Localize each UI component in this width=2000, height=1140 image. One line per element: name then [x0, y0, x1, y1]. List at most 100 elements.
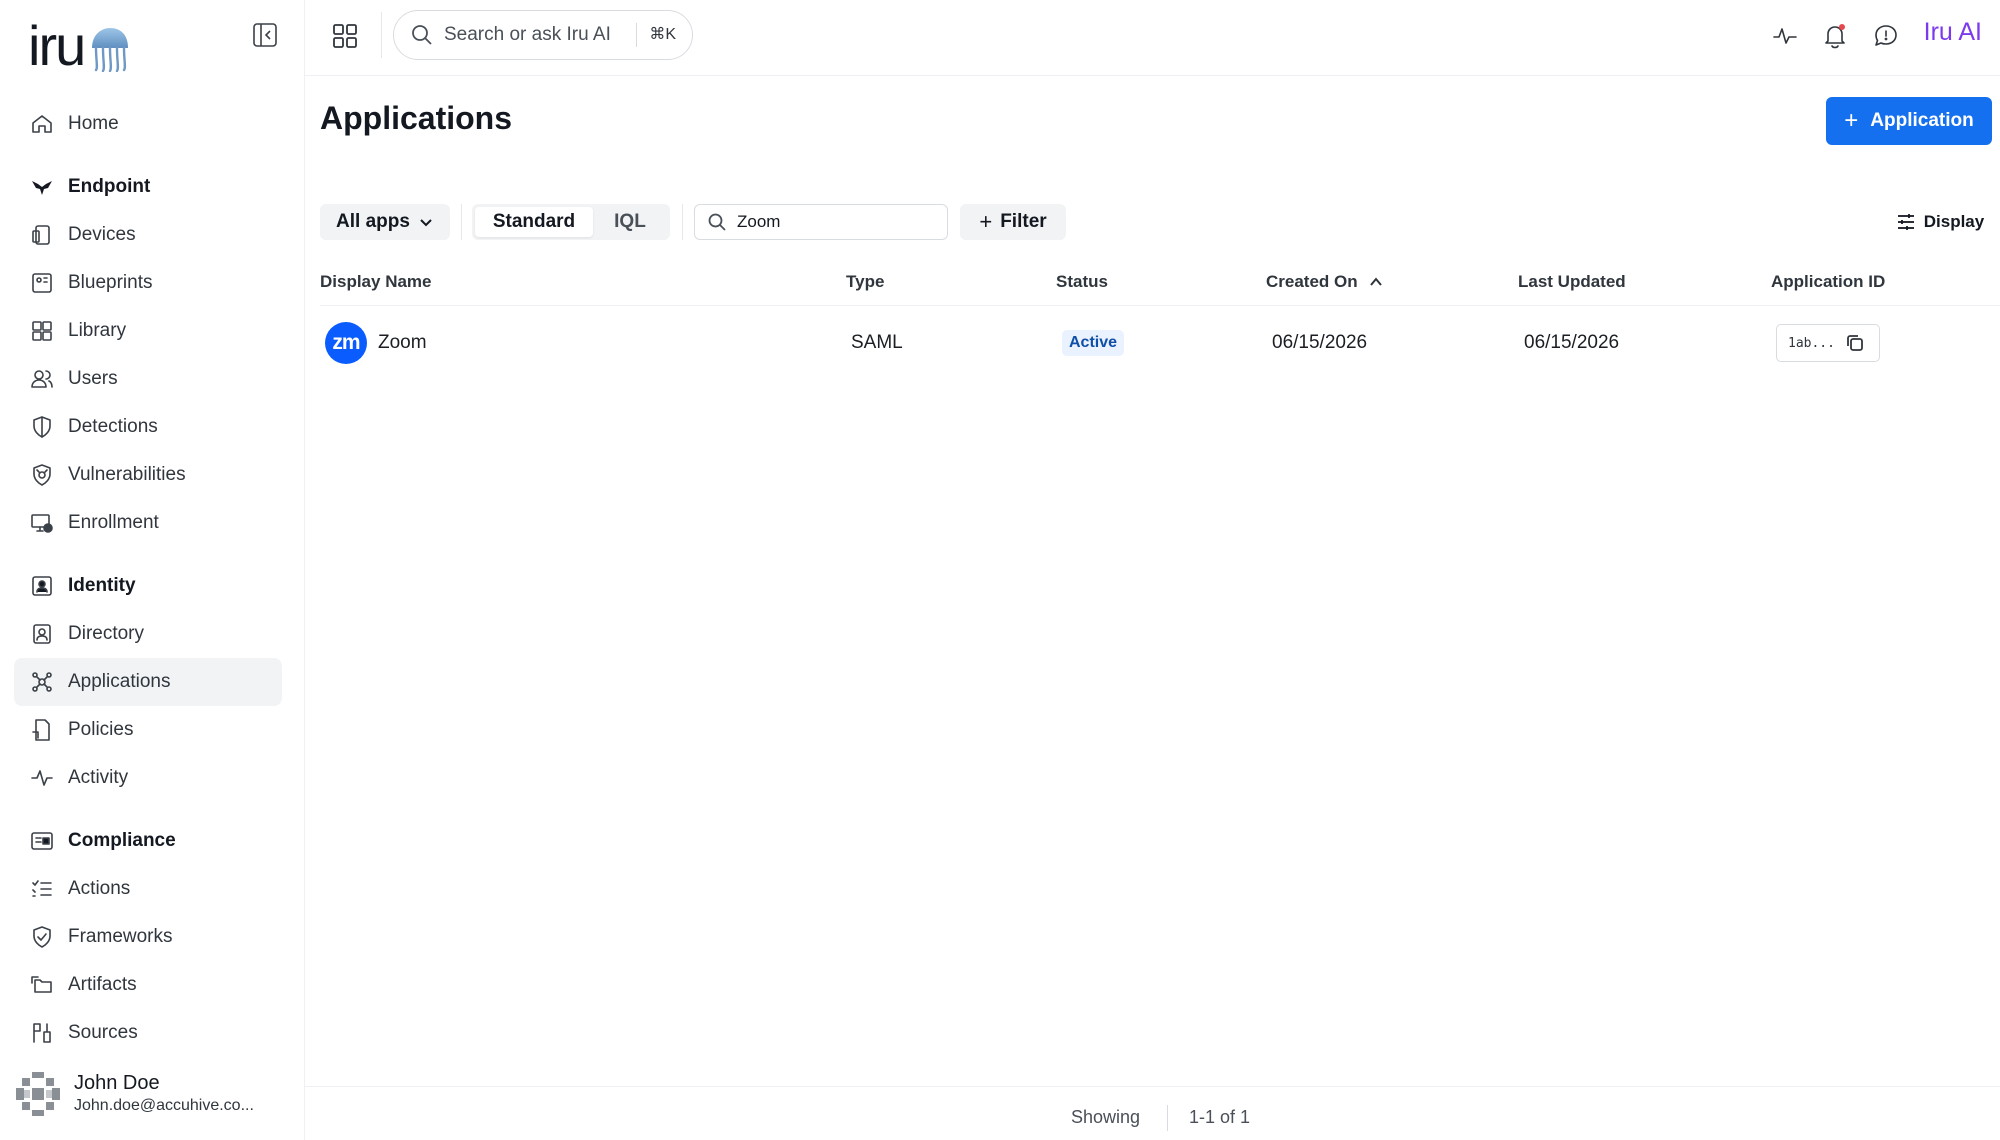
add-application-button[interactable]: + Application — [1826, 97, 1992, 145]
sidebar: iru Home Endpoint Devices Blueprints Lib… — [0, 0, 305, 1140]
top-bar: Search or ask Iru AI ⌘K Iru AI — [305, 0, 2000, 76]
activity-button[interactable] — [1771, 22, 1799, 50]
cell-last-updated: 06/15/2026 — [1524, 332, 1620, 353]
cell-created-on: 06/15/2026 — [1272, 332, 1368, 353]
sidebar-item-label: Vulnerabilities — [68, 464, 186, 485]
tab-iql[interactable]: IQL — [593, 207, 667, 237]
sidebar-item-activity[interactable]: Activity — [14, 754, 282, 802]
user-email: John.doe@accuhive.co... — [74, 1097, 254, 1114]
pagination-range: 1-1 of 1 — [1189, 1107, 1251, 1127]
sidebar-item-label: Library — [68, 320, 127, 341]
column-status[interactable]: Status — [1056, 272, 1108, 292]
button-label: Display — [1923, 212, 1985, 231]
tab-standard[interactable]: Standard — [475, 207, 593, 237]
sidebar-item-policies[interactable]: Policies — [14, 706, 282, 754]
zoom-logo-icon: zm — [325, 322, 367, 364]
global-search-input[interactable]: Search or ask Iru AI ⌘K — [393, 10, 693, 60]
bell-icon — [1825, 24, 1845, 49]
library-grid-icon — [30, 319, 54, 343]
button-label: Filter — [1000, 211, 1047, 232]
sliders-icon — [1897, 214, 1914, 230]
section-title: Endpoint — [68, 176, 151, 197]
iru-logo[interactable]: iru — [28, 18, 132, 74]
sidebar-item-frameworks[interactable]: Frameworks — [14, 913, 282, 961]
sidebar-item-actions[interactable]: Actions — [14, 865, 282, 913]
column-last-updated[interactable]: Last Updated — [1518, 272, 1626, 292]
cell-display-name: Zoom — [378, 332, 427, 353]
enrollment-icon — [30, 511, 54, 535]
notifications-button[interactable] — [1821, 22, 1849, 50]
avatar — [14, 1070, 62, 1118]
sidebar-item-users[interactable]: Users — [14, 355, 282, 403]
user-name: John Doe — [74, 1072, 160, 1094]
sidebar-item-label: Policies — [68, 719, 134, 740]
shield-icon — [30, 415, 54, 439]
sidebar-item-library[interactable]: Library — [14, 307, 282, 355]
users-icon — [30, 367, 54, 391]
copy-icon — [1847, 335, 1863, 351]
application-id-value: 1ab... — [1788, 335, 1835, 351]
query-mode-toggle: Standard IQL — [472, 204, 670, 240]
plus-icon: + — [1844, 107, 1859, 134]
column-display-name[interactable]: Display Name — [320, 272, 432, 292]
table-search[interactable] — [694, 204, 948, 240]
compliance-icon — [30, 829, 54, 853]
sidebar-item-home[interactable]: Home — [14, 100, 282, 148]
shield-check-icon — [30, 925, 54, 949]
shield-bug-icon — [30, 463, 54, 487]
identity-icon — [30, 574, 54, 598]
sidebar-item-detections[interactable]: Detections — [14, 403, 282, 451]
sidebar-item-devices[interactable]: Devices — [14, 211, 282, 259]
search-input[interactable] — [737, 212, 937, 232]
divider — [682, 204, 683, 240]
sidebar-item-label: Home — [68, 113, 119, 134]
device-icon — [30, 223, 54, 247]
logo-text: iru — [28, 14, 86, 77]
section-title: Compliance — [68, 830, 176, 851]
add-filter-button[interactable]: + Filter — [960, 204, 1066, 240]
column-type[interactable]: Type — [846, 272, 884, 292]
sidebar-section-compliance: Compliance — [14, 817, 282, 865]
home-icon — [30, 112, 54, 136]
search-icon — [412, 25, 432, 45]
dropdown-label: All apps — [336, 211, 410, 232]
user-info: John Doe John.doe@accuhive.co... — [74, 1071, 254, 1117]
collapse-sidebar-icon[interactable] — [252, 22, 278, 48]
sidebar-section-identity: Identity — [14, 562, 282, 610]
copy-application-id-button[interactable]: 1ab... — [1776, 324, 1880, 362]
chevron-down-icon — [420, 219, 432, 227]
policy-document-icon — [30, 718, 54, 742]
search-placeholder: Search or ask Iru AI — [444, 24, 611, 45]
divider — [1167, 1105, 1168, 1131]
chat-button[interactable] — [1872, 22, 1900, 50]
iru-ai-button[interactable]: Iru AI — [1924, 18, 1982, 47]
status-badge: Active — [1062, 330, 1125, 356]
column-application-id[interactable]: Application ID — [1771, 272, 1885, 292]
sidebar-item-blueprints[interactable]: Blueprints — [14, 259, 282, 307]
display-options-button[interactable]: Display — [1890, 204, 1990, 240]
sidebar-item-label: Actions — [68, 878, 131, 899]
sidebar-item-enrollment[interactable]: Enrollment — [14, 499, 282, 547]
user-profile[interactable]: John Doe John.doe@accuhive.co... — [14, 1063, 294, 1125]
app-grid-icon[interactable] — [331, 22, 359, 50]
sidebar-item-artifacts[interactable]: Artifacts — [14, 961, 282, 1009]
activity-pulse-icon — [30, 766, 54, 790]
sidebar-item-sources[interactable]: Sources — [14, 1009, 282, 1057]
sidebar-item-directory[interactable]: Directory — [14, 610, 282, 658]
sidebar-item-applications[interactable]: Applications — [14, 658, 282, 706]
table-header: Display Name Type Status Created On Last… — [320, 264, 2000, 306]
sidebar-item-label: Detections — [68, 416, 158, 437]
sidebar-item-vulnerabilities[interactable]: Vulnerabilities — [14, 451, 282, 499]
bird-icon — [30, 175, 54, 199]
table-row[interactable]: zm Zoom SAML Active 06/15/2026 06/15/202… — [320, 306, 2000, 380]
all-apps-dropdown[interactable]: All apps — [320, 204, 450, 240]
sidebar-item-label: Blueprints — [68, 272, 153, 293]
search-icon — [708, 213, 726, 231]
column-created-on[interactable]: Created On — [1266, 272, 1384, 292]
divider — [461, 204, 462, 240]
plus-icon: + — [979, 209, 993, 234]
jellyfish-logo-icon — [92, 28, 129, 72]
sidebar-item-label: Users — [68, 368, 118, 389]
page-title: Applications — [320, 100, 513, 136]
sidebar-item-label: Applications — [68, 671, 171, 692]
